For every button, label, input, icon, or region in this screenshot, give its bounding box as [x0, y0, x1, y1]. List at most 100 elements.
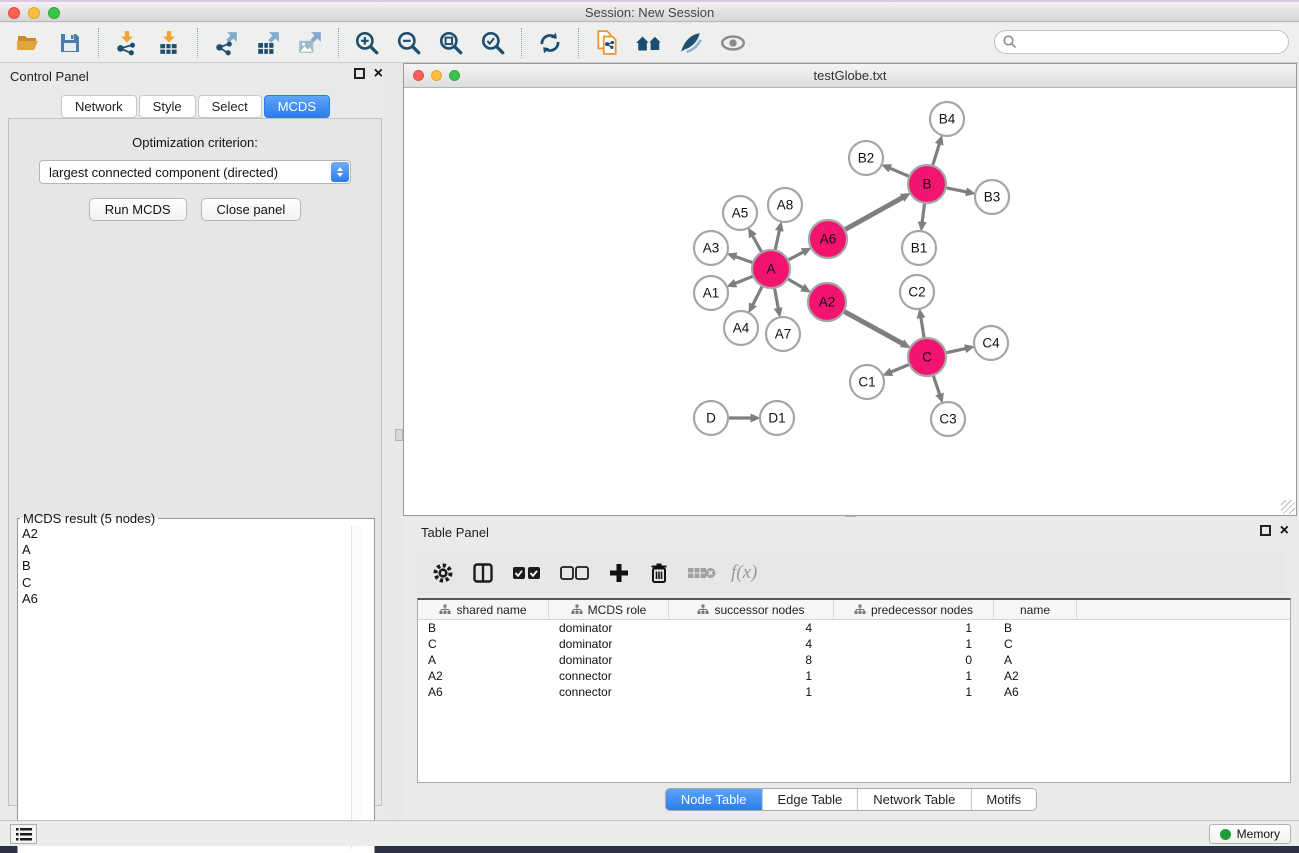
export-image-icon[interactable]	[296, 29, 324, 57]
graph-edge-C-C1[interactable]	[891, 364, 909, 372]
column-header-shared-name[interactable]: shared name	[418, 600, 549, 619]
graph-node-A1[interactable]: A1	[694, 276, 728, 310]
table-row[interactable]: A6connector 11 A6	[418, 684, 1290, 700]
zoom-selected-icon[interactable]	[479, 29, 507, 57]
table-row[interactable]: Adominator 80 A	[418, 652, 1290, 668]
close-panel-button[interactable]: Close panel	[201, 198, 302, 221]
search-input[interactable]	[994, 30, 1289, 54]
criterion-select[interactable]: largest connected component (directed)	[39, 160, 351, 184]
graph-node-C1[interactable]: C1	[850, 365, 884, 399]
column-header-name[interactable]: name	[994, 600, 1077, 619]
task-history-button[interactable]	[10, 824, 37, 844]
table-row[interactable]: A2connector 11 A2	[418, 668, 1290, 684]
import-network-icon[interactable]	[113, 29, 141, 57]
column-header-predecessor-nodes[interactable]: predecessor nodes	[834, 600, 994, 619]
graph-edge-C-C2[interactable]	[921, 318, 924, 339]
graph-edge-A6-B[interactable]	[845, 198, 903, 230]
table-row[interactable]: Cdominator 41 C	[418, 636, 1290, 652]
save-session-icon[interactable]	[56, 29, 84, 57]
graph-edge-A-A1[interactable]	[735, 276, 753, 283]
graph-node-A7[interactable]: A7	[766, 317, 800, 351]
memory-button[interactable]: Memory	[1209, 824, 1291, 844]
graph-node-B1[interactable]: B1	[902, 231, 936, 265]
list-item[interactable]: B	[18, 558, 374, 574]
graph-node-B[interactable]: B	[908, 165, 946, 203]
graph-node-A8[interactable]: A8	[768, 188, 802, 222]
graph-edge-A-A8[interactable]	[775, 230, 779, 250]
list-item[interactable]: A6	[18, 591, 374, 607]
hide-annotations-icon[interactable]	[677, 29, 705, 57]
deselect-all-icon[interactable]	[557, 559, 593, 587]
open-session-icon[interactable]	[14, 29, 42, 57]
graph-node-A5[interactable]: A5	[723, 196, 757, 230]
list-item[interactable]: C	[18, 575, 374, 591]
show-annotations-icon[interactable]	[719, 29, 747, 57]
graph-edge-C-C4[interactable]	[946, 349, 966, 353]
network-graph[interactable]: B4B2BB3A5A8A6A3B1AC2A1A2A4A7C4CC1DD1C3	[404, 88, 1296, 515]
column-header-successor-nodes[interactable]: successor nodes	[669, 600, 834, 619]
zoom-fit-icon[interactable]	[437, 29, 465, 57]
graph-edge-B-B1[interactable]	[922, 203, 924, 222]
list-item[interactable]: A2	[18, 526, 374, 542]
zoom-in-icon[interactable]	[353, 29, 381, 57]
graph-edge-A-A3[interactable]	[736, 257, 754, 263]
zoom-out-icon[interactable]	[395, 29, 423, 57]
graph-node-A4[interactable]: A4	[724, 311, 758, 345]
graph-edge-A-A5[interactable]	[753, 236, 762, 253]
network-window-titlebar[interactable]: testGlobe.txt	[404, 64, 1296, 88]
tab-motifs[interactable]: Motifs	[971, 789, 1036, 810]
graph-node-D1[interactable]: D1	[760, 401, 794, 435]
add-column-icon[interactable]	[605, 559, 633, 587]
graph-edge-A-A6[interactable]	[788, 252, 803, 260]
function-builder-icon[interactable]: f(x)	[731, 562, 757, 584]
graph-node-A[interactable]: A	[752, 250, 790, 288]
new-session-from-network-icon[interactable]	[593, 29, 621, 57]
tab-network-table[interactable]: Network Table	[858, 789, 971, 810]
settings-gear-icon[interactable]	[429, 559, 457, 587]
column-view-icon[interactable]	[469, 559, 497, 587]
run-mcds-button[interactable]: Run MCDS	[89, 198, 187, 221]
vertical-split-grip[interactable]	[395, 429, 403, 441]
delete-table-icon[interactable]	[685, 559, 719, 587]
graph-node-A3[interactable]: A3	[694, 231, 728, 265]
tab-node-table[interactable]: Node Table	[666, 789, 763, 810]
tab-mcds[interactable]: MCDS	[264, 95, 330, 118]
graph-node-B4[interactable]: B4	[930, 102, 964, 136]
close-table-panel-icon[interactable]: ×	[1280, 525, 1289, 536]
node-table[interactable]: shared name MCDS role successor nodes pr…	[417, 598, 1291, 783]
graph-edge-A-A2[interactable]	[787, 279, 803, 288]
delete-column-icon[interactable]	[645, 559, 673, 587]
tab-network[interactable]: Network	[61, 95, 137, 118]
import-table-icon[interactable]	[155, 29, 183, 57]
home-icon[interactable]	[635, 29, 663, 57]
graph-edge-A2-C[interactable]	[844, 311, 903, 343]
column-header-mcds-role[interactable]: MCDS role	[549, 600, 669, 619]
tab-select[interactable]: Select	[198, 95, 262, 118]
table-row[interactable]: Bdominator 41 B	[418, 620, 1290, 636]
select-all-icon[interactable]	[509, 559, 545, 587]
list-item[interactable]: A	[18, 542, 374, 558]
tab-edge-table[interactable]: Edge Table	[762, 789, 858, 810]
graph-edge-B-B4[interactable]	[933, 144, 940, 166]
mcds-result-list[interactable]: A2 A B C A6	[18, 526, 374, 849]
graph-edge-C-C3[interactable]	[933, 375, 940, 394]
graph-node-C4[interactable]: C4	[974, 326, 1008, 360]
result-scrollbar[interactable]	[351, 526, 362, 849]
refresh-layout-icon[interactable]	[536, 29, 564, 57]
float-panel-icon[interactable]	[354, 68, 365, 79]
float-table-panel-icon[interactable]	[1260, 525, 1271, 536]
tab-style[interactable]: Style	[139, 95, 196, 118]
graph-node-A2[interactable]: A2	[808, 283, 846, 321]
graph-node-D[interactable]: D	[694, 401, 728, 435]
export-table-icon[interactable]	[254, 29, 282, 57]
graph-node-B3[interactable]: B3	[975, 180, 1009, 214]
graph-edge-B-B3[interactable]	[946, 188, 967, 192]
network-canvas[interactable]: B4B2BB3A5A8A6A3B1AC2A1A2A4A7C4CC1DD1C3	[404, 88, 1296, 515]
graph-node-C2[interactable]: C2	[900, 275, 934, 309]
graph-edge-B-B2[interactable]	[890, 168, 910, 176]
close-panel-icon[interactable]: ×	[374, 68, 383, 79]
window-resize-grip[interactable]	[1281, 500, 1295, 514]
export-network-icon[interactable]	[212, 29, 240, 57]
graph-node-A6[interactable]: A6	[809, 220, 847, 258]
graph-node-C3[interactable]: C3	[931, 402, 965, 436]
